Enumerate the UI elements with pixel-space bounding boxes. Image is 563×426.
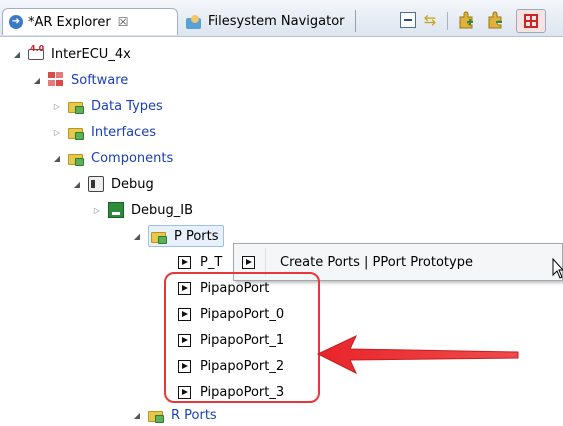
tree-row-debug-ib[interactable]: ▷ Debug_IB bbox=[92, 199, 193, 221]
collapsed-twisty-icon[interactable]: ▷ bbox=[52, 102, 62, 111]
tree-row-interfaces[interactable]: ▷ Interfaces bbox=[52, 121, 156, 143]
tab-separator bbox=[355, 10, 356, 32]
expanded-twisty-icon[interactable]: ◢ bbox=[12, 50, 22, 59]
mouse-cursor-icon bbox=[552, 258, 563, 279]
tree-row-r-ports[interactable]: ◢ R Ports bbox=[132, 404, 217, 426]
tab-ar-explorer[interactable]: ➜ *AR Explorer ☒ bbox=[2, 8, 178, 35]
toolbar-divider bbox=[447, 12, 448, 30]
tree-label-debug-ib: Debug_IB bbox=[131, 202, 194, 218]
add-sub-element-icon[interactable] bbox=[487, 11, 505, 29]
tree-label-data-types: Data Types bbox=[91, 98, 163, 114]
package-folder-icon bbox=[68, 124, 84, 140]
close-icon[interactable]: ☒ bbox=[118, 15, 129, 29]
collapse-all-icon[interactable] bbox=[400, 12, 416, 28]
tree-row-p-truncated[interactable]: P_T bbox=[178, 251, 222, 273]
expanded-twisty-icon[interactable]: ◢ bbox=[132, 411, 142, 420]
tree-label-r-ports: R Ports bbox=[171, 407, 217, 423]
expanded-twisty-icon[interactable]: ◢ bbox=[132, 232, 142, 241]
menu-item-label: Create Ports | PPort Prototype bbox=[280, 254, 473, 270]
port-icon bbox=[178, 255, 191, 269]
collapsed-twisty-icon[interactable]: ▷ bbox=[92, 206, 102, 215]
software-icon bbox=[48, 72, 64, 88]
internal-behavior-icon bbox=[108, 202, 124, 218]
package-folder-icon bbox=[151, 228, 167, 244]
package-folder-icon bbox=[68, 150, 84, 166]
expanded-twisty-icon[interactable]: ◢ bbox=[72, 180, 82, 189]
red-annotation-arrow-icon bbox=[316, 334, 519, 375]
tree-label-ecu: InterECU_4x bbox=[51, 46, 131, 62]
link-with-editor-icon[interactable]: ⇆ bbox=[422, 12, 438, 28]
tab-ar-explorer-label: *AR Explorer bbox=[28, 14, 111, 30]
tree-row-components[interactable]: ◢ Components bbox=[52, 147, 173, 169]
component-icon bbox=[88, 176, 104, 192]
grid-view-icon[interactable] bbox=[516, 9, 546, 33]
tree-label-components: Components bbox=[91, 150, 174, 166]
collapsed-twisty-icon[interactable]: ▷ bbox=[52, 128, 62, 137]
expanded-twisty-icon[interactable]: ◢ bbox=[52, 154, 62, 163]
tree-row-debug[interactable]: ◢ Debug bbox=[72, 173, 154, 195]
tree-label-interfaces: Interfaces bbox=[91, 124, 156, 140]
port-icon bbox=[242, 255, 255, 269]
tree-row-p-ports[interactable]: ◢ P Ports bbox=[132, 225, 224, 247]
expanded-twisty-icon[interactable]: ◢ bbox=[32, 76, 42, 85]
highlight-box bbox=[164, 272, 320, 403]
tree-label-p-ports: P Ports bbox=[174, 228, 219, 244]
selected-item[interactable]: P Ports bbox=[148, 225, 224, 247]
tab-filesystem-navigator-label: Filesystem Navigator bbox=[208, 14, 345, 29]
tree-row-software[interactable]: ◢ Software bbox=[32, 69, 128, 91]
view-tab-bar: ➜ *AR Explorer ☒ Filesystem Navigator ⇆ bbox=[0, 0, 563, 37]
arrow-right-icon: ➜ bbox=[9, 15, 23, 29]
tree-row-ecu[interactable]: ◢ 4.0 InterECU_4x bbox=[12, 43, 131, 65]
ecu-icon: 4.0 bbox=[28, 44, 44, 62]
add-element-icon[interactable] bbox=[458, 11, 476, 29]
package-folder-icon bbox=[68, 98, 84, 114]
tab-filesystem-navigator[interactable]: Filesystem Navigator bbox=[180, 8, 356, 35]
tree-row-data-types[interactable]: ▷ Data Types bbox=[52, 95, 163, 117]
tree-label-p-truncated: P_T bbox=[200, 254, 223, 270]
tree-label-debug: Debug bbox=[111, 176, 154, 192]
tree-label-software: Software bbox=[71, 72, 129, 88]
folder-hand-icon bbox=[186, 14, 202, 29]
